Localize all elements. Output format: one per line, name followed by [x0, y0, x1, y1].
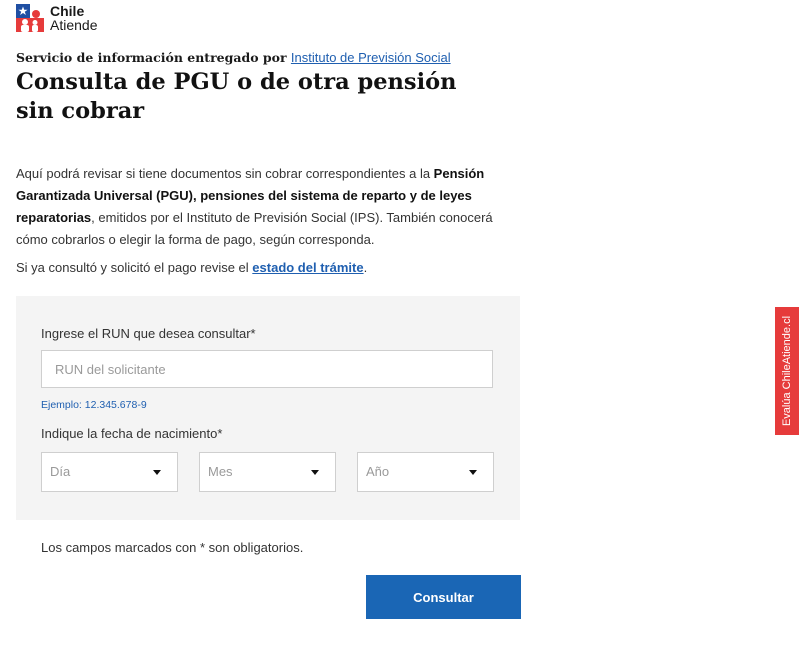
- logo-text-atiende: Atiende: [50, 17, 98, 33]
- intro-text-start: Aquí podrá revisar si tiene documentos s…: [16, 166, 434, 181]
- logo-wordmark: Chile Atiende: [50, 4, 97, 32]
- provider-prefix: Servicio de información entregado por: [16, 50, 287, 65]
- procedure-status-link[interactable]: estado del trámite: [252, 260, 363, 275]
- required-fields-note: Los campos marcados con * son obligatori…: [41, 540, 304, 555]
- year-select[interactable]: Año: [357, 452, 494, 492]
- chevron-down-icon: [469, 470, 477, 475]
- service-provider: Servicio de información entregado por In…: [16, 50, 451, 65]
- feedback-tab[interactable]: Evalúa ChileAtiende.cl: [775, 307, 799, 435]
- feedback-tab-label: Evalúa ChileAtiende.cl: [781, 315, 793, 427]
- chevron-down-icon: [311, 470, 319, 475]
- run-input[interactable]: [41, 350, 493, 388]
- run-label: Ingrese el RUN que desea consultar*: [41, 326, 256, 341]
- page: Chile Atiende Servicio de información en…: [0, 0, 800, 672]
- status-paragraph: Si ya consultó y solicitó el pago revise…: [16, 258, 516, 278]
- intro-paragraph: Aquí podrá revisar si tiene documentos s…: [16, 163, 516, 251]
- day-select-value: Día: [50, 464, 71, 479]
- provider-link[interactable]: Instituto de Previsión Social: [291, 50, 451, 65]
- page-title: Consulta de PGU o de otra pensión sin co…: [16, 69, 457, 124]
- chileatiende-logo-icon: [16, 4, 44, 32]
- logo-text-chile: Chile: [50, 3, 85, 19]
- run-hint: Ejemplo: 12.345.678-9: [41, 399, 147, 411]
- chevron-down-icon: [153, 470, 161, 475]
- consultar-button[interactable]: Consultar: [366, 575, 521, 619]
- year-select-value: Año: [366, 464, 390, 479]
- month-select[interactable]: Mes: [199, 452, 336, 492]
- status-text-start: Si ya consultó y solicitó el pago revise…: [16, 260, 253, 275]
- day-select[interactable]: Día: [41, 452, 178, 492]
- query-form: Ingrese el RUN que desea consultar* Ejem…: [16, 296, 520, 520]
- birthdate-label: Indique la fecha de nacimiento*: [41, 426, 223, 441]
- month-select-value: Mes: [208, 464, 233, 479]
- chileatiende-logo[interactable]: Chile Atiende: [16, 4, 97, 32]
- status-text-end: .: [363, 260, 368, 275]
